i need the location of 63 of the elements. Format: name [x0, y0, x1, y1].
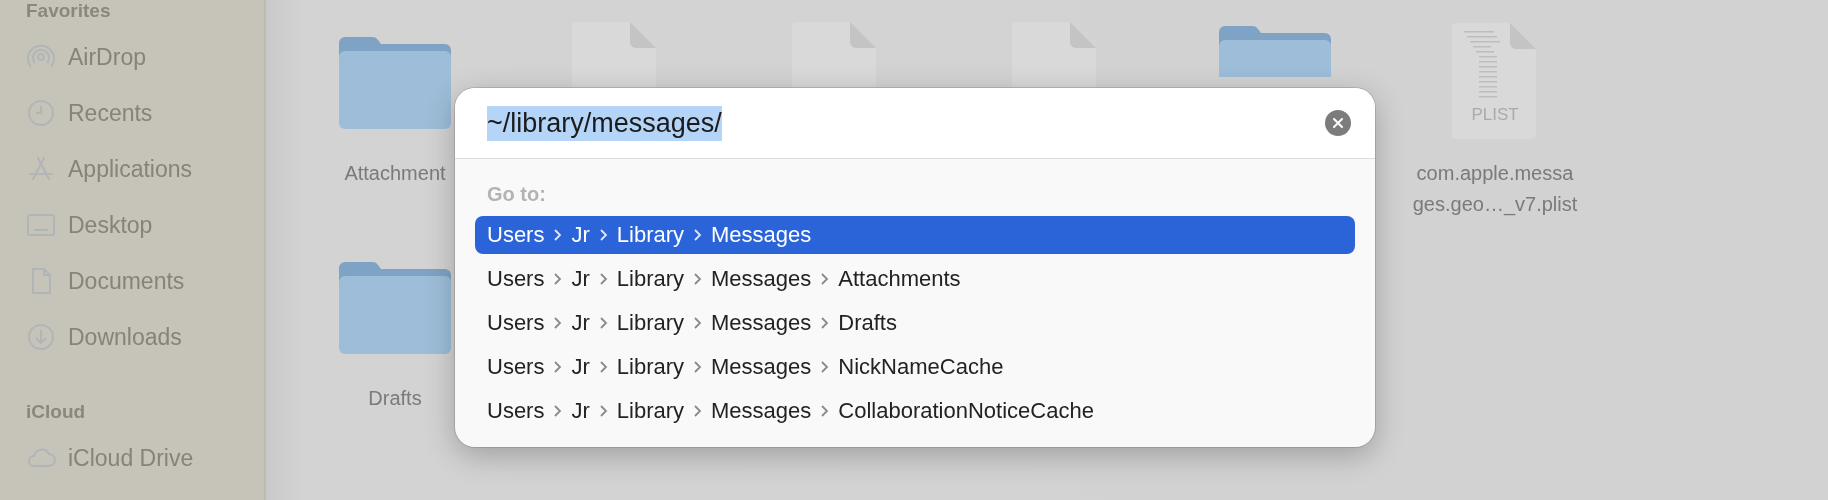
file-name: Drafts [368, 386, 422, 411]
chevron-icon [598, 404, 608, 418]
clear-button[interactable] [1325, 110, 1351, 136]
chevron-icon [693, 272, 703, 286]
section-label: Go to: [487, 182, 547, 206]
sidebar-item[interactable]: Downloads [68, 323, 182, 351]
folder-name: Library [616, 398, 685, 424]
sidebar-item[interactable]: Documents [68, 267, 185, 295]
sidebar-item[interactable]: AirDrop [68, 43, 146, 71]
chevron-icon [598, 272, 608, 286]
chevron-icon [598, 228, 608, 242]
folder-name: Users [487, 398, 545, 424]
chevron-icon [820, 360, 830, 374]
section-heading: Favorites [26, 0, 112, 22]
folder-name: Messages [711, 266, 812, 292]
chevron-icon [598, 360, 608, 374]
section-heading: iCloud [26, 401, 87, 423]
chevron-icon [553, 404, 563, 418]
folder-name: Library [616, 266, 685, 292]
close-icon [1332, 117, 1344, 129]
suggestion-item[interactable]: Users Jr Library Messages CollaborationNoticeCache [475, 392, 1355, 430]
sidebar-item[interactable]: Applications [68, 155, 193, 183]
folder-name: Drafts [838, 310, 897, 336]
folder-name: Library [616, 222, 685, 248]
file-name: com.apple.messa ges.geo…_v7.plist [1412, 161, 1578, 218]
chevron-icon [553, 316, 563, 330]
chevron-icon [693, 228, 703, 242]
folder-name: Library [616, 354, 685, 380]
chevron-icon [598, 316, 608, 330]
chevron-icon [693, 404, 703, 418]
chevron-icon [693, 316, 703, 330]
folder-name: Jr [571, 398, 590, 424]
folder-name: Jr [571, 354, 590, 380]
suggestion-item[interactable]: Users Jr Library Messages Drafts [475, 304, 1355, 342]
folder-name: Jr [571, 266, 590, 292]
folder-name: Messages [711, 222, 812, 248]
chevron-icon [693, 360, 703, 374]
folder-name: Attachments [838, 266, 961, 292]
folder-name: CollaborationNoticeCache [838, 398, 1094, 424]
sidebar-item[interactable]: Recents [68, 99, 153, 127]
chevron-icon [820, 404, 830, 418]
folder-name: Messages [711, 398, 812, 424]
folder-name: Library [616, 310, 685, 336]
sidebar-item[interactable]: Desktop [68, 211, 153, 239]
chevron-icon [820, 272, 830, 286]
chevron-icon [553, 360, 563, 374]
folder-name: Messages [711, 310, 812, 336]
folder-name: Messages [711, 354, 812, 380]
folder-name: Users [487, 310, 545, 336]
file-name: Attachment [344, 161, 446, 186]
suggestion-item[interactable]: Users Jr Library Messages [475, 216, 1355, 254]
folder-name: Jr [571, 222, 590, 248]
chevron-icon [553, 272, 563, 286]
folder-name: Users [487, 266, 545, 292]
folder-name: Users [487, 222, 545, 248]
folder-name: NickNameCache [838, 354, 1004, 380]
chevron-icon [820, 316, 830, 330]
chevron-icon [553, 228, 563, 242]
suggestion-item[interactable]: Users Jr Library Messages NickNameCache [475, 348, 1355, 386]
sidebar-item[interactable]: iCloud Drive [68, 444, 194, 472]
folder-name: Users [487, 354, 545, 380]
folder-name: Jr [571, 310, 590, 336]
suggestion-item[interactable]: Users Jr Library Messages Attachments [475, 260, 1355, 298]
